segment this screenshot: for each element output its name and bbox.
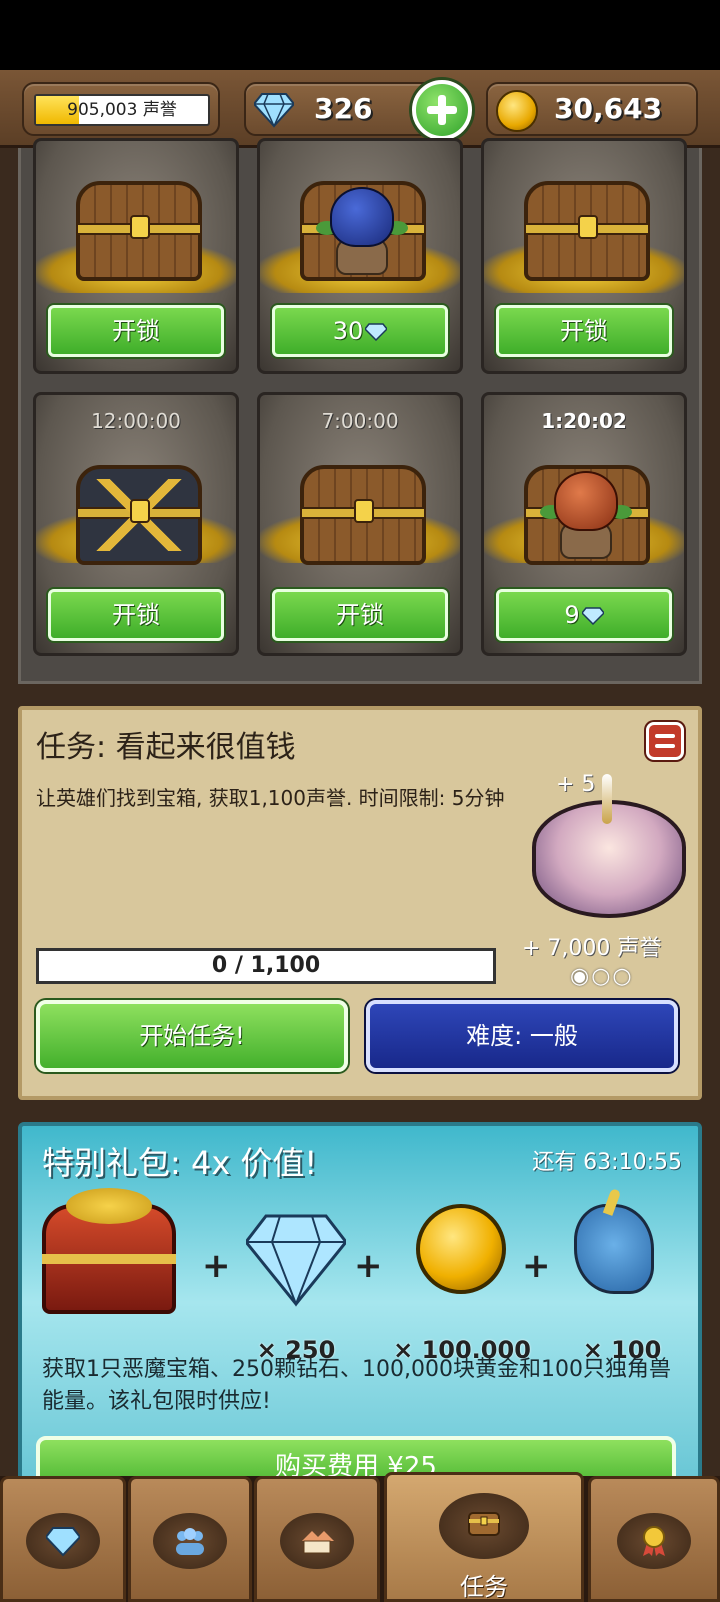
chest-timer: 7:00:00 (321, 409, 399, 433)
diamond-icon (254, 93, 294, 128)
reward-gems: + 5 (556, 772, 596, 797)
tab-achievements[interactable] (588, 1476, 720, 1602)
unlock-button[interactable]: 开锁 (496, 305, 672, 357)
quest-title: 任务: 看起来很值钱 (36, 730, 296, 765)
reputation-text: 905,003 声誉 (67, 100, 177, 120)
diamond-icon (246, 1214, 346, 1307)
demon-chest-icon (42, 1188, 176, 1314)
tab-heroes[interactable] (128, 1476, 252, 1602)
chest-slot-6[interactable]: 1:20:02 9 (481, 392, 687, 656)
quest-progress-text: 0 / 1,100 (211, 953, 321, 978)
goblin-icon (540, 471, 632, 561)
start-quest-button[interactable]: 开始任务! (36, 1000, 348, 1072)
unlock-button[interactable]: 开锁 (48, 589, 224, 641)
chest-timer: 1:20:02 (541, 409, 627, 433)
chest-icon (468, 1512, 500, 1536)
reward-reputation: + 7,000 声誉 (522, 936, 662, 961)
gem-cost: 30 (332, 317, 364, 345)
gem-count: 326 (314, 92, 373, 125)
status-bar (0, 0, 720, 70)
chest-slot-3[interactable]: 开锁 (481, 138, 687, 374)
unlock-button[interactable]: 开锁 (272, 589, 448, 641)
resource-bar: 905,003 声誉 326 30,643 (0, 70, 720, 148)
goblin-icon (316, 187, 408, 277)
chest-slot-4[interactable]: 12:00:00 开锁 (33, 392, 239, 656)
chest-grid: 开锁 30 开锁 12:00:00 开锁 7:00:00 开锁 1:20:02 … (18, 138, 702, 684)
offer-timer: 还有 63:10:55 (532, 1150, 682, 1175)
quest-progress-bar: 0 / 1,100 (36, 948, 496, 984)
quest-panel: 任务: 看起来很值钱 让英雄们找到宝箱, 获取1,100声誉. 时间限制: 5分… (18, 706, 702, 1100)
gem-unlock-button[interactable]: 30 (272, 305, 448, 357)
tab-quests[interactable]: 任务 (384, 1472, 584, 1602)
bottom-nav: 任务 (0, 1472, 720, 1602)
unicorn-chest-icon (532, 774, 686, 918)
game-screen: 905,003 声誉 326 30,643 开锁 30 开锁 12:00:00 … (0, 0, 720, 1602)
gem-cost: 9 (564, 601, 580, 629)
tab-shop[interactable] (0, 1476, 126, 1602)
difficulty-indicator: ◉○○ (570, 964, 634, 989)
chest-slot-1[interactable]: 开锁 (33, 138, 239, 374)
gold-coin-icon (416, 1204, 506, 1294)
gem-unlock-button[interactable]: 9 (496, 589, 672, 641)
heroes-icon (176, 1528, 204, 1555)
reputation-display[interactable]: 905,003 声誉 (22, 82, 220, 136)
offer-title: 特别礼包: 4x 价值! (42, 1144, 318, 1182)
plus-sign: + (522, 1246, 551, 1286)
diamond-icon (581, 607, 604, 625)
add-gems-button[interactable] (412, 80, 472, 140)
reputation-bar: 905,003 声誉 (34, 94, 210, 126)
chest-slot-5[interactable]: 7:00:00 开锁 (257, 392, 463, 656)
unicorn-icon (574, 1204, 654, 1294)
quest-menu-button[interactable] (646, 722, 684, 760)
quest-description: 让英雄们找到宝箱, 获取1,100声誉. 时间限制: 5分钟 (36, 786, 505, 810)
gold-coin-icon (496, 90, 538, 132)
gold-display[interactable]: 30,643 (486, 82, 698, 136)
difficulty-button[interactable]: 难度: 一般 (366, 1000, 678, 1072)
offer-description: 获取1只恶魔宝箱、250颗钻石、100,000块黄金和100只独角兽能量。该礼包… (42, 1357, 671, 1414)
diamond-icon (365, 323, 388, 341)
dark-chest-icon (76, 465, 202, 565)
wooden-chest-icon (76, 181, 202, 281)
wooden-chest-icon (300, 465, 426, 565)
plus-sign: + (202, 1246, 231, 1286)
wooden-chest-icon (524, 181, 650, 281)
medal-icon (643, 1526, 665, 1556)
plus-sign: + (354, 1246, 383, 1286)
special-offer-panel: 特别礼包: 4x 价值! 还有 63:10:55 + × 250 + × 100… (18, 1122, 702, 1522)
diamond-icon (46, 1527, 80, 1557)
village-icon (302, 1531, 334, 1554)
tab-quests-label: 任务 (460, 1573, 508, 1601)
tab-village[interactable] (254, 1476, 380, 1602)
gold-count: 30,643 (554, 92, 663, 125)
chest-timer: 12:00:00 (91, 409, 181, 433)
unlock-button[interactable]: 开锁 (48, 305, 224, 357)
chest-slot-2[interactable]: 30 (257, 138, 463, 374)
